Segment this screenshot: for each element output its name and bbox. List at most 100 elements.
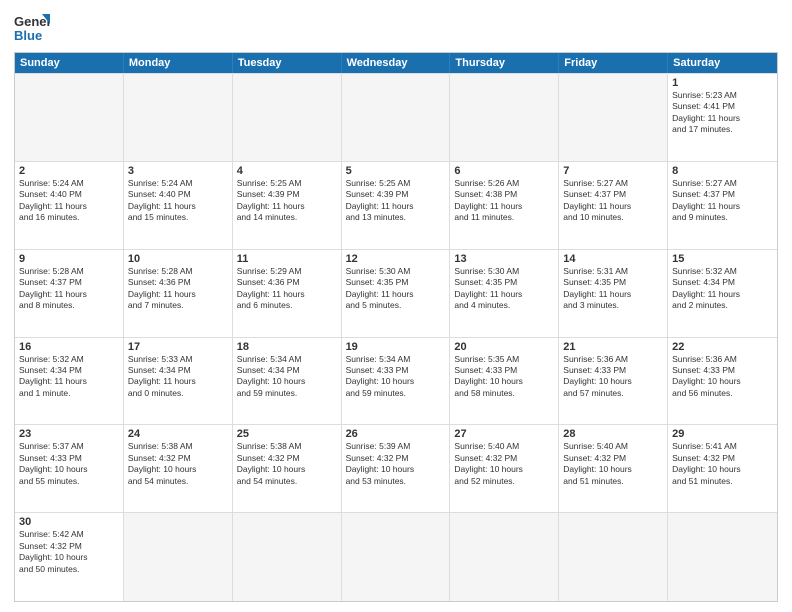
day-info: Sunrise: 5:37 AM Sunset: 4:33 PM Dayligh… [19, 441, 119, 487]
day-info: Sunrise: 5:26 AM Sunset: 4:38 PM Dayligh… [454, 178, 554, 224]
day-info: Sunrise: 5:33 AM Sunset: 4:34 PM Dayligh… [128, 354, 228, 400]
day-info: Sunrise: 5:32 AM Sunset: 4:34 PM Dayligh… [672, 266, 773, 312]
day-number: 9 [19, 253, 119, 265]
table-row: 16Sunrise: 5:32 AM Sunset: 4:34 PM Dayli… [15, 338, 124, 425]
day-number: 23 [19, 428, 119, 440]
day-info: Sunrise: 5:35 AM Sunset: 4:33 PM Dayligh… [454, 354, 554, 400]
day-info: Sunrise: 5:28 AM Sunset: 4:36 PM Dayligh… [128, 266, 228, 312]
table-row: 24Sunrise: 5:38 AM Sunset: 4:32 PM Dayli… [124, 425, 233, 512]
calendar: SundayMondayTuesdayWednesdayThursdayFrid… [14, 52, 778, 602]
table-row: 26Sunrise: 5:39 AM Sunset: 4:32 PM Dayli… [342, 425, 451, 512]
day-number: 14 [563, 253, 663, 265]
day-number: 18 [237, 341, 337, 353]
day-number: 25 [237, 428, 337, 440]
table-row: 14Sunrise: 5:31 AM Sunset: 4:35 PM Dayli… [559, 250, 668, 337]
day-header-thursday: Thursday [450, 53, 559, 73]
table-row: 20Sunrise: 5:35 AM Sunset: 4:33 PM Dayli… [450, 338, 559, 425]
calendar-header: SundayMondayTuesdayWednesdayThursdayFrid… [15, 53, 777, 73]
table-row: 3Sunrise: 5:24 AM Sunset: 4:40 PM Daylig… [124, 162, 233, 249]
table-row: 4Sunrise: 5:25 AM Sunset: 4:39 PM Daylig… [233, 162, 342, 249]
day-info: Sunrise: 5:40 AM Sunset: 4:32 PM Dayligh… [563, 441, 663, 487]
table-row: 9Sunrise: 5:28 AM Sunset: 4:37 PM Daylig… [15, 250, 124, 337]
table-row [559, 513, 668, 601]
day-number: 10 [128, 253, 228, 265]
day-info: Sunrise: 5:25 AM Sunset: 4:39 PM Dayligh… [346, 178, 446, 224]
general-blue-icon: General Blue [14, 10, 50, 46]
table-row: 1Sunrise: 5:23 AM Sunset: 4:41 PM Daylig… [668, 74, 777, 161]
day-number: 28 [563, 428, 663, 440]
table-row [233, 513, 342, 601]
day-number: 3 [128, 165, 228, 177]
table-row: 27Sunrise: 5:40 AM Sunset: 4:32 PM Dayli… [450, 425, 559, 512]
calendar-week-5: 23Sunrise: 5:37 AM Sunset: 4:33 PM Dayli… [15, 425, 777, 513]
day-info: Sunrise: 5:39 AM Sunset: 4:32 PM Dayligh… [346, 441, 446, 487]
table-row: 13Sunrise: 5:30 AM Sunset: 4:35 PM Dayli… [450, 250, 559, 337]
table-row: 21Sunrise: 5:36 AM Sunset: 4:33 PM Dayli… [559, 338, 668, 425]
day-info: Sunrise: 5:30 AM Sunset: 4:35 PM Dayligh… [346, 266, 446, 312]
day-number: 27 [454, 428, 554, 440]
day-number: 22 [672, 341, 773, 353]
day-number: 29 [672, 428, 773, 440]
day-header-wednesday: Wednesday [342, 53, 451, 73]
day-info: Sunrise: 5:38 AM Sunset: 4:32 PM Dayligh… [128, 441, 228, 487]
calendar-week-3: 9Sunrise: 5:28 AM Sunset: 4:37 PM Daylig… [15, 250, 777, 338]
day-number: 13 [454, 253, 554, 265]
table-row [559, 74, 668, 161]
day-number: 12 [346, 253, 446, 265]
table-row [124, 513, 233, 601]
table-row: 17Sunrise: 5:33 AM Sunset: 4:34 PM Dayli… [124, 338, 233, 425]
day-number: 17 [128, 341, 228, 353]
header: General Blue [14, 10, 778, 46]
day-number: 15 [672, 253, 773, 265]
table-row [450, 74, 559, 161]
day-number: 8 [672, 165, 773, 177]
day-info: Sunrise: 5:30 AM Sunset: 4:35 PM Dayligh… [454, 266, 554, 312]
calendar-week-6: 30Sunrise: 5:42 AM Sunset: 4:32 PM Dayli… [15, 513, 777, 601]
day-number: 19 [346, 341, 446, 353]
day-number: 26 [346, 428, 446, 440]
day-info: Sunrise: 5:34 AM Sunset: 4:33 PM Dayligh… [346, 354, 446, 400]
day-info: Sunrise: 5:29 AM Sunset: 4:36 PM Dayligh… [237, 266, 337, 312]
day-info: Sunrise: 5:27 AM Sunset: 4:37 PM Dayligh… [563, 178, 663, 224]
day-number: 1 [672, 77, 773, 89]
day-number: 11 [237, 253, 337, 265]
day-number: 2 [19, 165, 119, 177]
table-row [124, 74, 233, 161]
table-row: 12Sunrise: 5:30 AM Sunset: 4:35 PM Dayli… [342, 250, 451, 337]
table-row: 19Sunrise: 5:34 AM Sunset: 4:33 PM Dayli… [342, 338, 451, 425]
table-row: 15Sunrise: 5:32 AM Sunset: 4:34 PM Dayli… [668, 250, 777, 337]
table-row: 11Sunrise: 5:29 AM Sunset: 4:36 PM Dayli… [233, 250, 342, 337]
day-info: Sunrise: 5:34 AM Sunset: 4:34 PM Dayligh… [237, 354, 337, 400]
table-row [342, 513, 451, 601]
day-number: 16 [19, 341, 119, 353]
day-info: Sunrise: 5:41 AM Sunset: 4:32 PM Dayligh… [672, 441, 773, 487]
day-info: Sunrise: 5:36 AM Sunset: 4:33 PM Dayligh… [672, 354, 773, 400]
table-row: 10Sunrise: 5:28 AM Sunset: 4:36 PM Dayli… [124, 250, 233, 337]
day-info: Sunrise: 5:24 AM Sunset: 4:40 PM Dayligh… [19, 178, 119, 224]
day-info: Sunrise: 5:27 AM Sunset: 4:37 PM Dayligh… [672, 178, 773, 224]
day-number: 24 [128, 428, 228, 440]
day-header-sunday: Sunday [15, 53, 124, 73]
table-row: 5Sunrise: 5:25 AM Sunset: 4:39 PM Daylig… [342, 162, 451, 249]
day-header-friday: Friday [559, 53, 668, 73]
day-info: Sunrise: 5:23 AM Sunset: 4:41 PM Dayligh… [672, 90, 773, 136]
calendar-week-1: 1Sunrise: 5:23 AM Sunset: 4:41 PM Daylig… [15, 74, 777, 162]
table-row [15, 74, 124, 161]
table-row: 29Sunrise: 5:41 AM Sunset: 4:32 PM Dayli… [668, 425, 777, 512]
table-row [233, 74, 342, 161]
table-row: 8Sunrise: 5:27 AM Sunset: 4:37 PM Daylig… [668, 162, 777, 249]
table-row: 2Sunrise: 5:24 AM Sunset: 4:40 PM Daylig… [15, 162, 124, 249]
day-info: Sunrise: 5:42 AM Sunset: 4:32 PM Dayligh… [19, 529, 119, 575]
day-number: 30 [19, 516, 119, 528]
table-row [342, 74, 451, 161]
day-info: Sunrise: 5:40 AM Sunset: 4:32 PM Dayligh… [454, 441, 554, 487]
day-number: 21 [563, 341, 663, 353]
logo: General Blue [14, 10, 50, 46]
day-number: 6 [454, 165, 554, 177]
day-number: 4 [237, 165, 337, 177]
calendar-body: 1Sunrise: 5:23 AM Sunset: 4:41 PM Daylig… [15, 73, 777, 601]
day-header-saturday: Saturday [668, 53, 777, 73]
table-row: 22Sunrise: 5:36 AM Sunset: 4:33 PM Dayli… [668, 338, 777, 425]
day-info: Sunrise: 5:32 AM Sunset: 4:34 PM Dayligh… [19, 354, 119, 400]
day-info: Sunrise: 5:24 AM Sunset: 4:40 PM Dayligh… [128, 178, 228, 224]
